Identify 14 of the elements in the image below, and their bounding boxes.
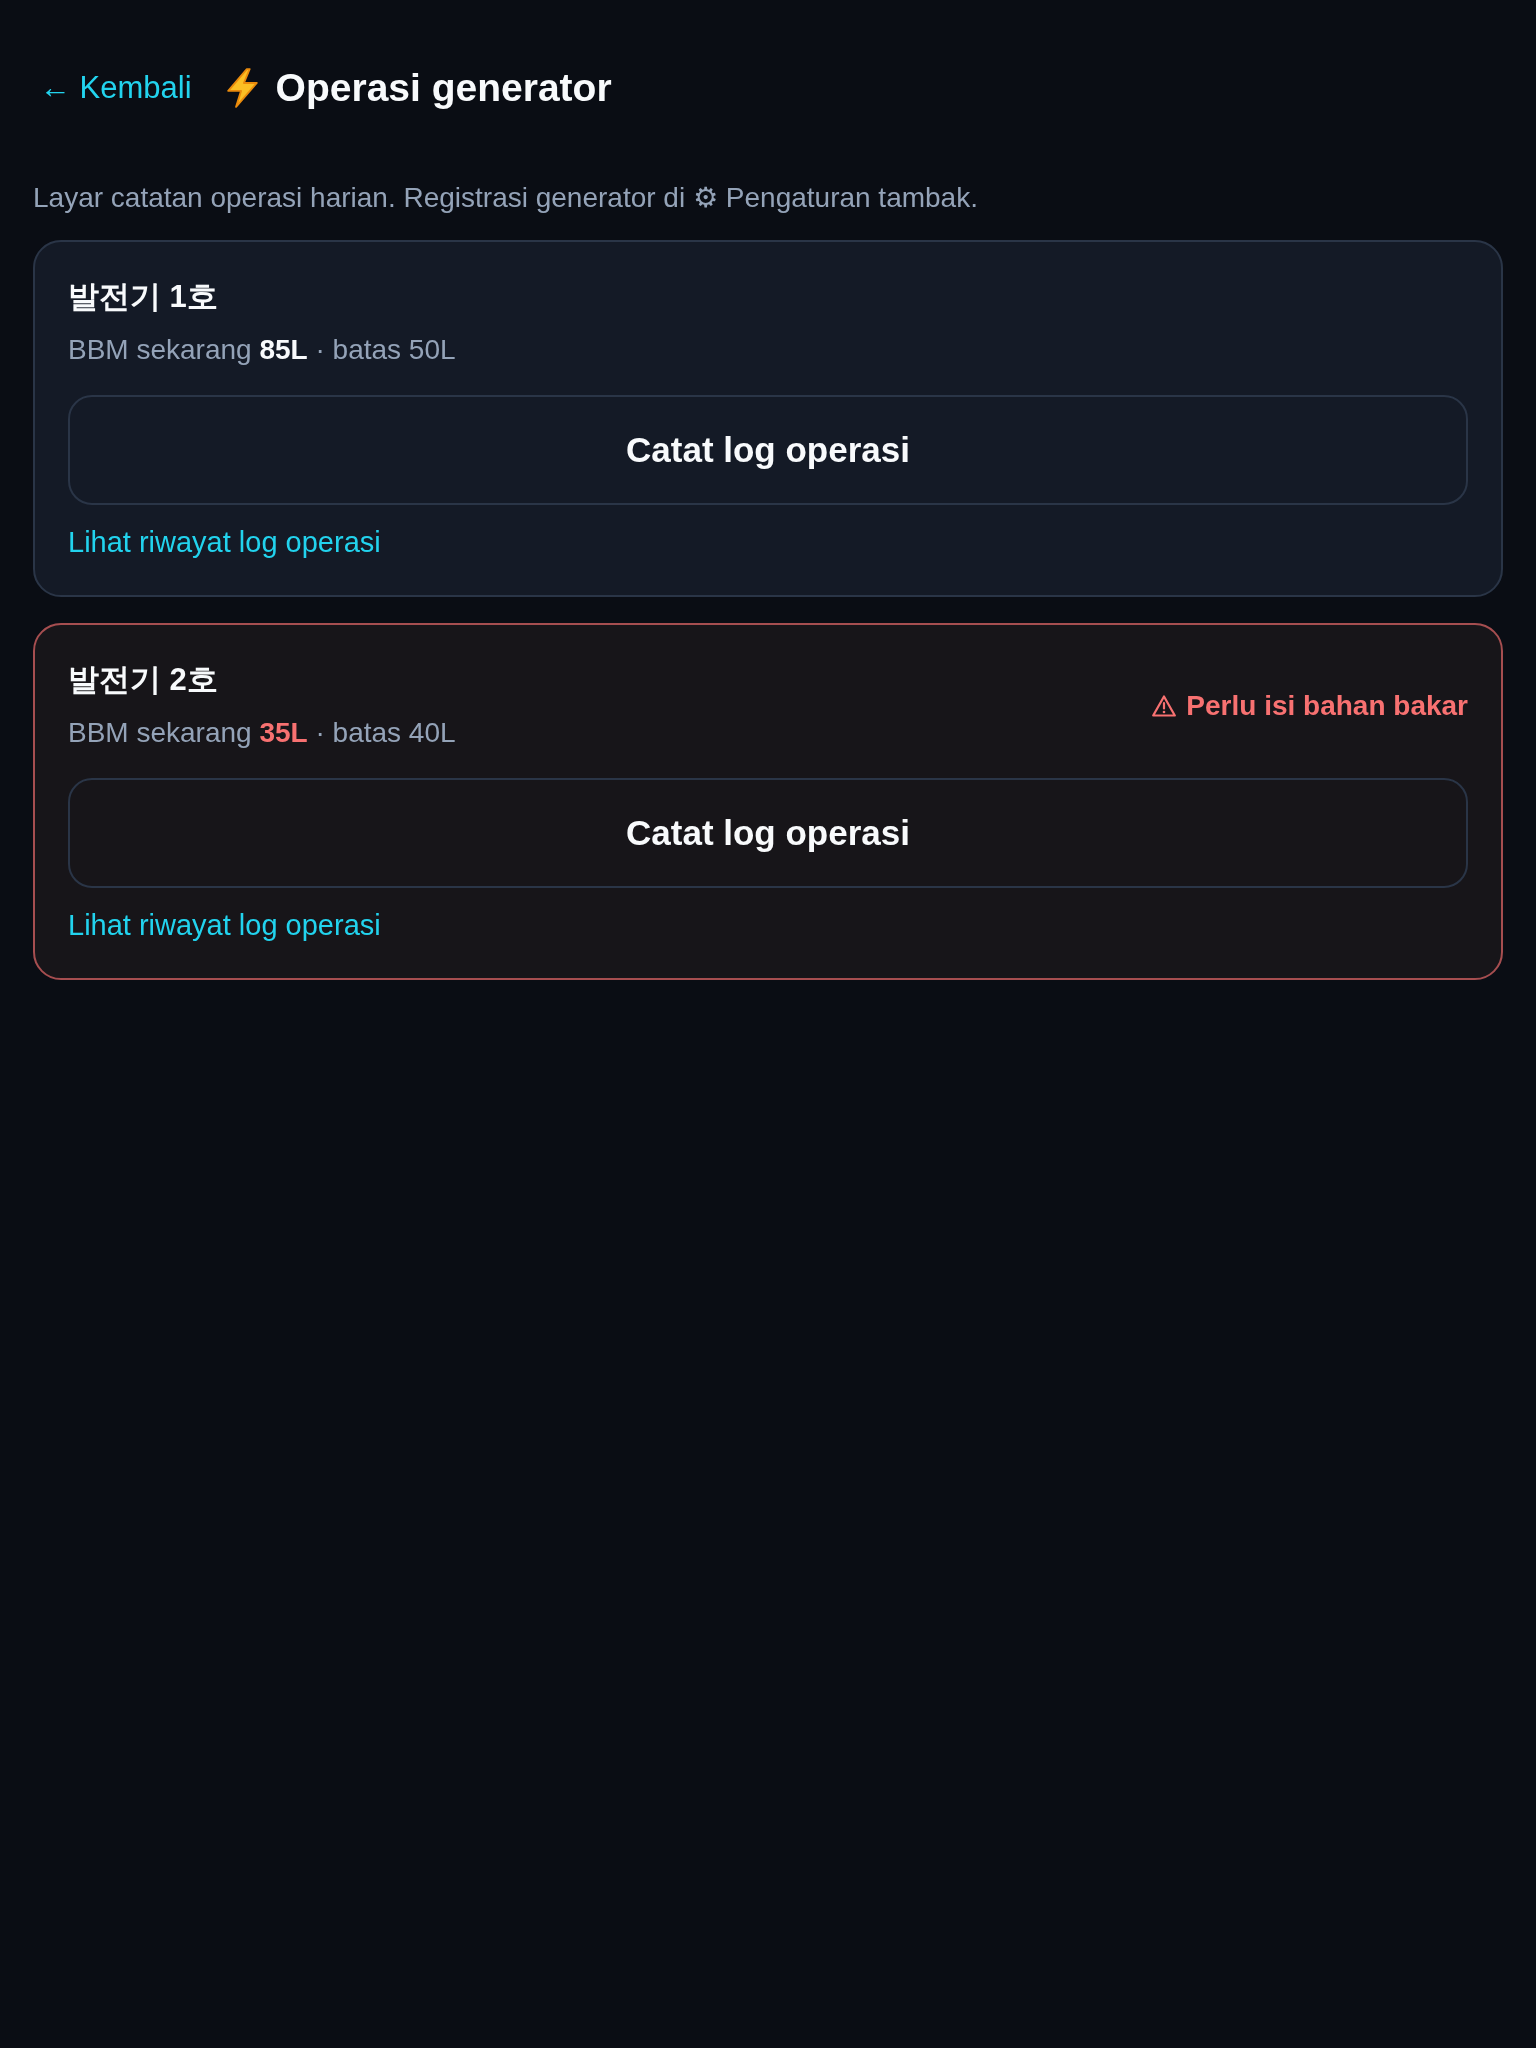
lightning-bolt-icon <box>224 68 260 108</box>
warning-text: Perlu isi bahan bakar <box>1186 690 1468 722</box>
fuel-status-text: BBM sekarang 35L · batas 40L <box>68 716 456 750</box>
fuel-status-text: BBM sekarang 85L · batas 50L <box>68 333 456 367</box>
log-operation-button[interactable]: Catat log operasi <box>68 395 1468 505</box>
warning-icon <box>1152 695 1177 717</box>
log-operation-button[interactable]: Catat log operasi <box>68 778 1468 888</box>
history-link[interactable]: Lihat riwayat log operasi <box>68 523 381 561</box>
description-text: Layar catatan operasi harian. Registrasi generator di ⚙ Pengaturan tambak. <box>33 181 979 215</box>
back-link[interactable]: ← Kembali <box>33 66 201 110</box>
page-title: Operasi generator <box>275 66 612 110</box>
generator-name: 발전기 1호 <box>68 278 219 316</box>
generator-name: 발전기 2호 <box>68 661 219 699</box>
history-link[interactable]: Lihat riwayat log operasi <box>68 906 381 944</box>
